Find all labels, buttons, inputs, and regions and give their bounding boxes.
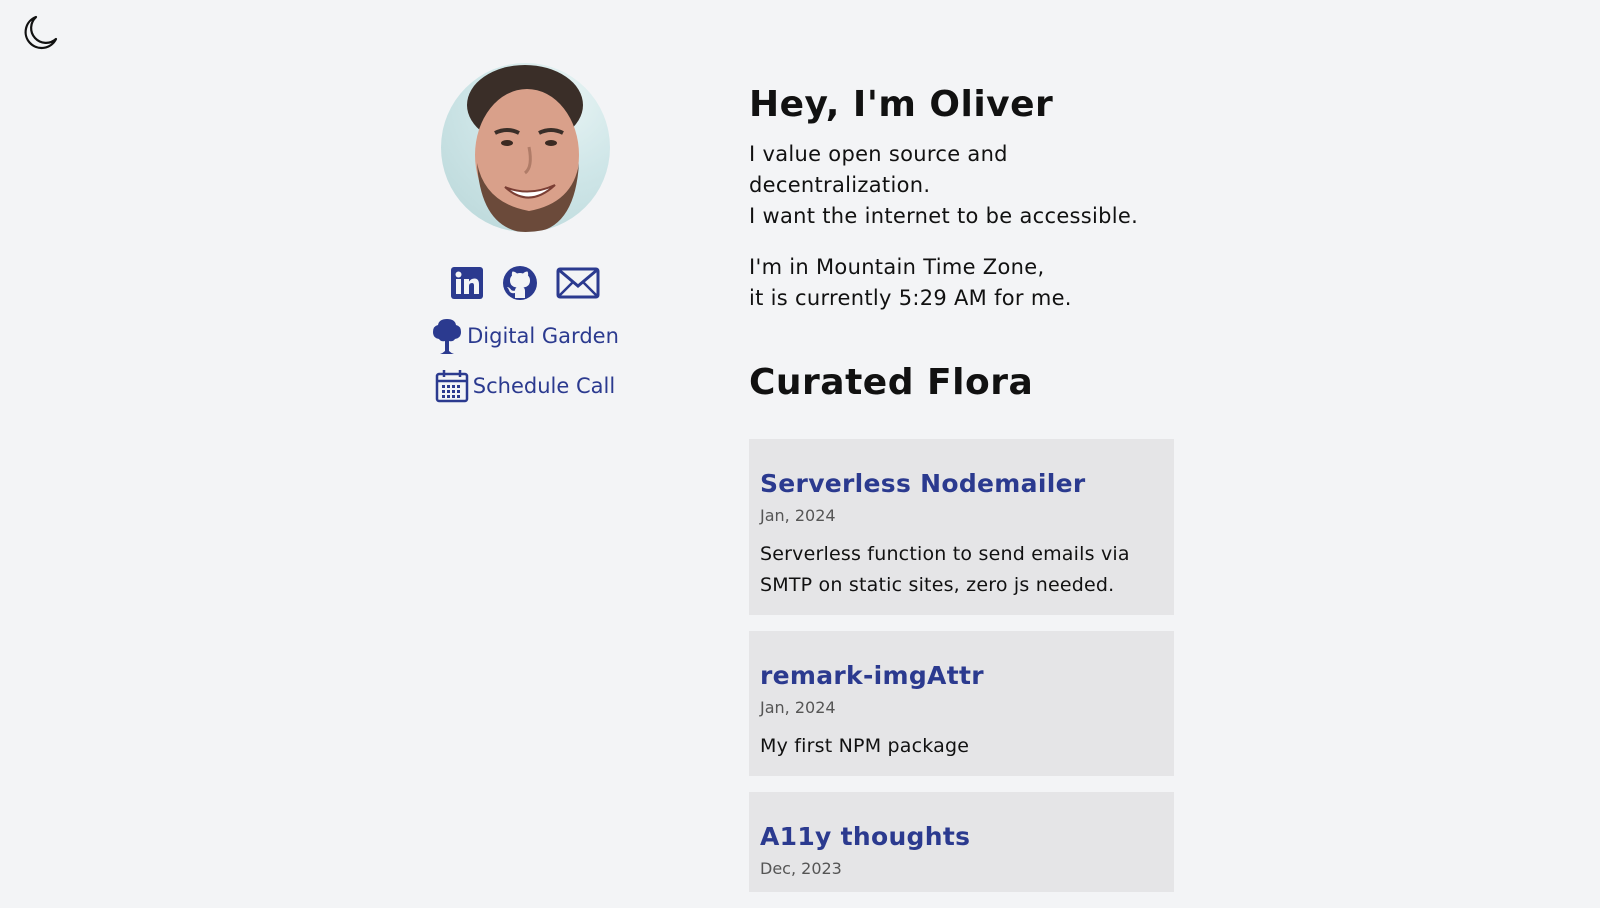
flora-card: Serverless Nodemailer Jan, 2024 Serverle… bbox=[749, 439, 1174, 615]
github-icon bbox=[503, 266, 537, 300]
timezone-line-2: it is currently 5:29 AM for me. bbox=[749, 286, 1072, 310]
flora-card-date: Jan, 2024 bbox=[760, 506, 836, 525]
flora-card: A11y thoughts Dec, 2023 bbox=[749, 792, 1174, 892]
timezone-paragraph: I'm in Mountain Time Zone, it is current… bbox=[749, 252, 1179, 314]
flora-list: Serverless Nodemailer Jan, 2024 Serverle… bbox=[749, 439, 1179, 892]
flora-card-date: Jan, 2024 bbox=[760, 698, 836, 717]
github-link[interactable] bbox=[502, 265, 538, 301]
moon-icon bbox=[24, 15, 58, 50]
avatar bbox=[440, 63, 610, 232]
schedule-call-label: Schedule Call bbox=[472, 374, 616, 398]
main-content: Hey, I'm Oliver I value open source and … bbox=[749, 84, 1179, 908]
flora-card-title-link[interactable]: A11y thoughts bbox=[760, 822, 1163, 851]
mail-icon bbox=[556, 267, 600, 299]
theme-toggle-button[interactable] bbox=[20, 13, 60, 53]
section-title: Curated Flora bbox=[749, 362, 1034, 403]
intro-text: I value open source and decentralization… bbox=[749, 139, 1179, 314]
flora-card-description: Serverless function to send emails via S… bbox=[760, 543, 1130, 596]
linkedin-link[interactable] bbox=[450, 266, 484, 300]
flora-card: remark-imgAttr Jan, 2024 My first NPM pa… bbox=[749, 631, 1174, 776]
social-links bbox=[450, 265, 600, 301]
page-title: Hey, I'm Oliver bbox=[749, 84, 1054, 125]
tree-icon bbox=[433, 319, 462, 354]
flora-card-title-link[interactable]: Serverless Nodemailer bbox=[760, 469, 1163, 498]
calendar-icon bbox=[435, 370, 469, 403]
profile-sidebar: Digital Garden Schedule Call bbox=[400, 63, 650, 403]
values-line-1: I value open source and decentralization… bbox=[749, 142, 1008, 197]
digital-garden-label: Digital Garden bbox=[467, 324, 619, 348]
flora-card-date: Dec, 2023 bbox=[760, 859, 842, 878]
digital-garden-link[interactable]: Digital Garden bbox=[431, 317, 619, 355]
values-paragraph: I value open source and decentralization… bbox=[749, 139, 1179, 232]
email-link[interactable] bbox=[556, 267, 600, 299]
timezone-line-1: I'm in Mountain Time Zone, bbox=[749, 255, 1045, 279]
flora-card-description: My first NPM package bbox=[760, 735, 970, 757]
values-line-2: I want the internet to be accessible. bbox=[749, 204, 1139, 228]
schedule-call-link[interactable]: Schedule Call bbox=[435, 369, 615, 403]
flora-card-title-link[interactable]: remark-imgAttr bbox=[760, 661, 1163, 690]
linkedin-icon bbox=[451, 267, 483, 299]
